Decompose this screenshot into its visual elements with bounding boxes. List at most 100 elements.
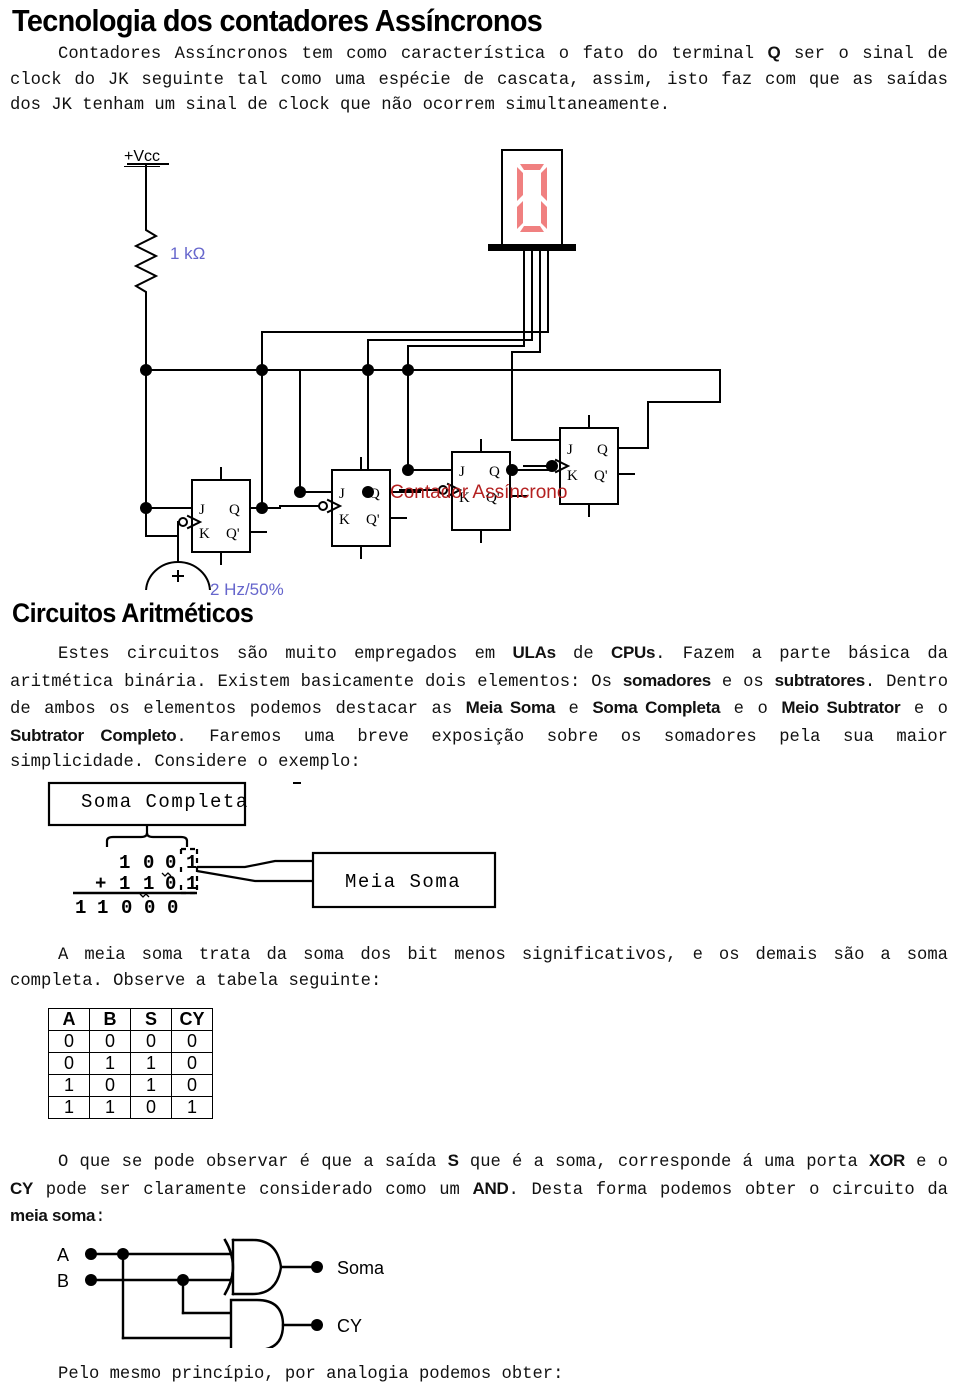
observation-paragraph: O que se pode observar é que a saída S q… <box>10 1148 948 1231</box>
arith-text-8: e o <box>900 700 948 719</box>
somadores-label: somadores <box>622 670 711 690</box>
observe-text-3: e o <box>904 1153 948 1172</box>
col-header-a: A <box>48 1008 90 1031</box>
cell-cy: 0 <box>171 1030 213 1053</box>
svg-text:0: 0 <box>143 852 154 874</box>
ulas-label: ULAs <box>512 643 557 662</box>
cell-b: 0 <box>89 1030 131 1053</box>
svg-text:1: 1 <box>186 852 197 874</box>
section-title-arithmetic: Circuitos Aritméticos <box>12 598 254 628</box>
observe-text-1: O que se pode observar é que a saída <box>58 1153 448 1172</box>
arith-text-4: e os <box>710 672 775 692</box>
cell-s: 1 <box>130 1052 172 1075</box>
page-title: Tecnologia dos contadores Assíncronos <box>12 3 543 38</box>
xor-label: XOR <box>869 1151 905 1170</box>
observe-text-5: . Desta forma podemos obter o circuito d… <box>508 1180 948 1200</box>
col-header-s: S <box>130 1008 172 1031</box>
half-adder-truth-table: A B S CY 0 0 0 0 0 1 1 0 1 0 1 0 1 1 0 1 <box>48 1008 213 1119</box>
svg-text:1: 1 <box>97 897 108 919</box>
cell-s: 1 <box>130 1074 172 1097</box>
meio-subtrator-label: Meio Subtrator <box>781 698 901 717</box>
input-b-label: B <box>57 1271 69 1291</box>
svg-text:J: J <box>567 442 573 458</box>
subtratores-label: subtratores <box>774 670 866 690</box>
observe-text-6: : <box>95 1208 106 1227</box>
output-soma-label: Soma <box>337 1258 385 1278</box>
arith-text-2: de <box>555 645 611 664</box>
cell-s: 0 <box>130 1096 172 1119</box>
svg-text:1: 1 <box>143 873 154 895</box>
async-counter-circuit-figure: JK Q Q' JK Q Q' JK Q Q' JK Q Q' +Vcc 1 kΩ 2 … <box>100 140 800 599</box>
intro-text-part1: Contadores Assíncronos tem como caracter… <box>58 45 768 64</box>
intro-paragraph: Contadores Assíncronos tem como caracter… <box>10 40 948 119</box>
svg-text:+: + <box>95 873 106 895</box>
half-adder-circuit-figure: A B Soma CY <box>45 1228 445 1352</box>
observe-text-4: pode ser claramente considerado como um <box>33 1180 473 1200</box>
svg-text:0: 0 <box>165 873 176 895</box>
output-cy-label: CY <box>337 1316 362 1336</box>
meia-soma-label: Meia Soma <box>465 698 556 717</box>
svg-text:1: 1 <box>119 873 130 895</box>
cpus-label: CPUs <box>611 643 656 662</box>
svg-text:Q: Q <box>229 502 240 518</box>
cell-a: 1 <box>48 1074 90 1097</box>
resistor-value-label: 1 kΩ <box>170 244 206 263</box>
col-header-cy: CY <box>171 1008 213 1031</box>
svg-text:J: J <box>459 464 465 480</box>
cell-b: 1 <box>89 1052 131 1075</box>
svg-text:Q': Q' <box>226 526 240 542</box>
cell-a: 0 <box>48 1052 90 1075</box>
and-label: AND <box>472 1178 509 1198</box>
soma-completa-box-label: Soma Completa <box>81 791 249 813</box>
arith-text-1: Estes circuitos são muito empregados em <box>58 645 513 664</box>
table-header-row: A B S CY <box>48 1008 213 1031</box>
soma-completa-label: Soma Completa <box>592 698 721 717</box>
svg-text:J: J <box>199 502 205 518</box>
arith-text-6: e <box>554 700 593 719</box>
terminal-q-label: Q <box>767 43 781 62</box>
svg-text:Q: Q <box>597 442 608 458</box>
document-page: Tecnologia dos contadores Assíncronos Co… <box>0 0 960 1394</box>
meia-soma-description-paragraph: A meia soma trata da soma dos bit menos … <box>10 943 948 994</box>
meia-soma-description: A meia soma trata da soma dos bit menos … <box>10 946 948 991</box>
svg-text:Q': Q' <box>594 468 608 484</box>
svg-text:K: K <box>199 526 210 542</box>
svg-text:0: 0 <box>144 897 155 919</box>
svg-text:0: 0 <box>167 897 178 919</box>
cell-cy: 0 <box>171 1074 213 1097</box>
cell-b: 1 <box>89 1096 131 1119</box>
closing-text: Pelo mesmo princípio, por analogia podem… <box>58 1365 564 1384</box>
vcc-label: +Vcc <box>124 148 161 167</box>
table-row: 0 0 0 0 <box>48 1030 213 1053</box>
table-row: 1 0 1 0 <box>48 1074 213 1097</box>
svg-text:1: 1 <box>186 873 197 895</box>
subtrator-completo-label: Subtrator Completo <box>10 725 177 745</box>
cell-cy: 1 <box>171 1096 213 1119</box>
output-s-label: S <box>447 1151 459 1170</box>
input-a-label: A <box>57 1245 69 1265</box>
svg-text:1: 1 <box>75 897 86 919</box>
cell-b: 0 <box>89 1074 131 1097</box>
cell-a: 0 <box>48 1030 90 1053</box>
svg-text:Q': Q' <box>366 512 380 528</box>
svg-text:0: 0 <box>121 897 132 919</box>
svg-text:0: 0 <box>165 852 176 874</box>
circuit-caption: Contador Assíncrono <box>390 482 568 503</box>
cell-a: 1 <box>48 1096 90 1119</box>
col-header-b: B <box>89 1008 131 1031</box>
svg-text:1: 1 <box>119 852 130 874</box>
arith-text-7: e o <box>720 700 782 719</box>
table-row: 0 1 1 0 <box>48 1052 213 1075</box>
cy-label: CY <box>10 1178 34 1198</box>
svg-text:K: K <box>339 512 350 528</box>
svg-text:Q: Q <box>369 486 380 502</box>
arithmetic-paragraph: Estes circuitos são muito empregados em … <box>10 640 948 776</box>
closing-paragraph: Pelo mesmo princípio, por analogia podem… <box>10 1362 948 1388</box>
observe-text-2: que é a soma, corresponde á uma porta <box>458 1153 869 1172</box>
table-row: 1 1 0 1 <box>48 1096 213 1119</box>
clock-frequency-label: 2 Hz/50% <box>210 580 284 599</box>
cell-cy: 0 <box>171 1052 213 1075</box>
cell-s: 0 <box>130 1030 172 1053</box>
meia-soma-inline-label: meia soma <box>10 1206 96 1225</box>
meia-soma-box-label: Meia Soma <box>345 871 461 893</box>
